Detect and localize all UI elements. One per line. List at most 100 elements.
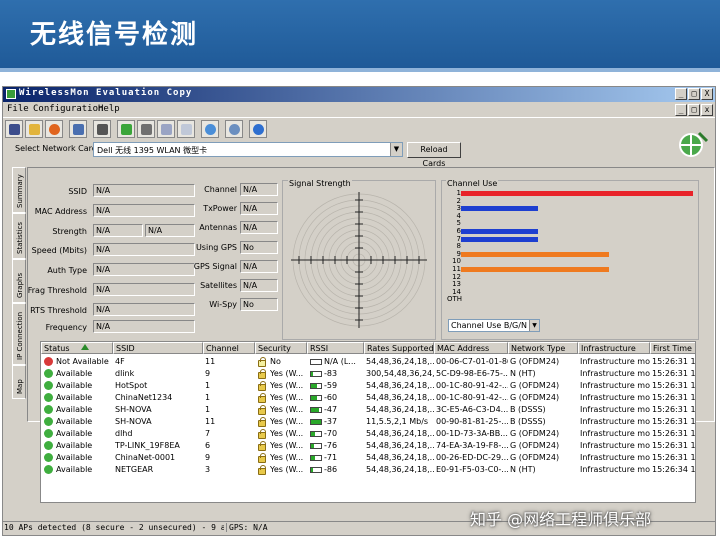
cell-security: Yes (W... bbox=[270, 453, 304, 462]
slide-banner: 无线信号检测 bbox=[0, 0, 720, 68]
column-header[interactable]: MAC Address bbox=[434, 342, 508, 354]
using-gps-value: No bbox=[240, 241, 278, 254]
cell-channel: 9 bbox=[205, 453, 211, 462]
strength-label: Strength bbox=[52, 227, 87, 236]
antennas-value: N/A bbox=[240, 221, 278, 234]
cell-channel: 11 bbox=[205, 357, 216, 366]
copy-tool[interactable] bbox=[177, 120, 195, 138]
column-header[interactable]: RSSI bbox=[307, 342, 364, 354]
monitor-tool[interactable] bbox=[93, 120, 111, 138]
lock-icon bbox=[258, 405, 266, 415]
cell-rssi: -70 bbox=[324, 429, 338, 438]
network-tool[interactable] bbox=[69, 120, 87, 138]
cell-mac: 74-EA-3A-19-F8-... bbox=[436, 441, 508, 450]
cell-rssi: -60 bbox=[324, 393, 338, 402]
reload-cards-button[interactable]: Reload Cards bbox=[407, 142, 461, 168]
channel-mode-select[interactable]: Channel Use B/G/N ▼ bbox=[448, 319, 540, 332]
table-row[interactable]: Available HotSpot 1 Yes (W... -59 54,48,36,24… bbox=[41, 380, 696, 392]
wi-spy-value: No bbox=[240, 298, 278, 311]
cell-ssid: dlink bbox=[115, 369, 135, 378]
help-icon[interactable] bbox=[249, 120, 267, 138]
table-row[interactable]: Available SH-NOVA 11 Yes (W... -37 11,5.5,2,1… bbox=[41, 416, 695, 428]
chevron-down-icon[interactable]: ▼ bbox=[390, 143, 402, 156]
column-header[interactable]: Channel bbox=[203, 342, 255, 354]
cell-mac: 00-06-C7-01-01-86 bbox=[436, 357, 508, 366]
close-button[interactable]: X bbox=[701, 88, 713, 100]
cell-mac: 00-26-ED-DC-29... bbox=[436, 453, 508, 462]
table-row[interactable]: Available dlhd 7 Yes (W... -70 54,48,36,24,18… bbox=[41, 428, 695, 440]
maximize-button[interactable]: □ bbox=[688, 88, 700, 100]
cell-ssid: SH-NOVA bbox=[115, 405, 152, 414]
network-card-label: Select Network Card bbox=[15, 144, 97, 153]
menu-bar: File Configuration Help _ □ x bbox=[3, 103, 715, 116]
cell-first: 15:26:31 16 bbox=[652, 381, 696, 390]
rssi-bar bbox=[310, 455, 322, 461]
column-header[interactable]: Rates Supported bbox=[364, 342, 434, 354]
lock-icon bbox=[258, 441, 266, 451]
mdi-close-button[interactable]: x bbox=[701, 104, 713, 116]
column-header[interactable]: SSID bbox=[113, 342, 203, 354]
cell-mac: 00-1C-80-91-42-... bbox=[436, 381, 508, 390]
cell-infra: Infrastructure mo... bbox=[580, 417, 650, 426]
cell-rates: 300,54,48,36,24,... bbox=[366, 369, 434, 378]
column-header[interactable]: First Time Se bbox=[650, 342, 695, 354]
refresh-tool[interactable] bbox=[201, 120, 219, 138]
edit-tool[interactable] bbox=[157, 120, 175, 138]
table-row[interactable]: Available ChinaNet1234 1 Yes (W... -60 54,48,… bbox=[41, 392, 695, 404]
rssi-fill bbox=[311, 384, 317, 388]
cell-infra: Infrastructure mo... bbox=[580, 393, 650, 402]
mdi-minimize-button[interactable]: _ bbox=[675, 104, 687, 116]
cell-security: Yes (W... bbox=[270, 441, 304, 450]
cell-type: G (OFDM24) bbox=[510, 441, 560, 450]
table-row[interactable]: Available NETGEAR 3 Yes (W... -86 54,48,36,24… bbox=[41, 464, 695, 476]
open-tool[interactable] bbox=[25, 120, 43, 138]
menu-file[interactable]: File bbox=[7, 104, 29, 114]
settings-tool[interactable] bbox=[225, 120, 243, 138]
table-row[interactable]: Available SH-NOVA 1 Yes (W... -47 54,48,36,24… bbox=[41, 404, 695, 416]
rts-threshold-label: RTS Threshold bbox=[30, 306, 87, 315]
menu-help[interactable]: Help bbox=[98, 104, 120, 114]
gps-status: GPS: N/A bbox=[226, 523, 268, 532]
menu-configuration[interactable]: Configuration bbox=[33, 104, 103, 114]
table-row[interactable]: Available TP-LINK_19F8EA 6 Yes (W... -76 54,4… bbox=[41, 440, 695, 452]
print-tool[interactable] bbox=[137, 120, 155, 138]
cell-channel: 7 bbox=[205, 429, 211, 438]
channel-bar bbox=[461, 229, 538, 234]
mdi-restore-button[interactable]: □ bbox=[688, 104, 700, 116]
status-dot-icon bbox=[44, 369, 53, 378]
table-row[interactable]: Available dlink 9 Yes (W... -83 300,54,48,36,… bbox=[41, 368, 696, 380]
start-tool[interactable] bbox=[45, 120, 63, 138]
watermark: 知乎 @网络工程师俱乐部 bbox=[470, 510, 652, 529]
rts-threshold-value: N/A bbox=[93, 303, 195, 316]
cell-first: 15:26:31 16 bbox=[652, 369, 696, 378]
table-row[interactable]: Not Available 4F 11 No N/A (L... 54,48,36,24,… bbox=[41, 356, 695, 368]
signal-radar bbox=[291, 192, 427, 328]
cell-infra: Infrastructure mo... bbox=[580, 381, 650, 390]
table-row[interactable]: Available ChinaNet-0001 9 Yes (W... -71 54,48… bbox=[41, 452, 695, 464]
cell-channel: 9 bbox=[205, 369, 211, 378]
column-header[interactable]: Infrastructure bbox=[578, 342, 650, 354]
lock-icon bbox=[258, 453, 266, 463]
unlock-icon bbox=[258, 357, 266, 367]
tab-map[interactable]: Map bbox=[12, 365, 26, 399]
minimize-button[interactable]: _ bbox=[675, 88, 687, 100]
ssid-value: N/A bbox=[93, 184, 195, 197]
cell-rssi: -47 bbox=[324, 405, 338, 414]
status-dot-icon bbox=[44, 441, 53, 450]
chevron-down-icon[interactable]: ▼ bbox=[529, 320, 539, 331]
network-card-select[interactable]: Dell 无线 1395 WLAN 微型卡 ▼ bbox=[93, 142, 403, 157]
column-header[interactable]: Security bbox=[255, 342, 307, 354]
save-tool[interactable] bbox=[5, 120, 23, 138]
lock-icon bbox=[258, 465, 266, 475]
cell-type: G (OFDM24) bbox=[510, 393, 560, 402]
ap-list: Status SSID Channel Security RSSI Rates Suppo… bbox=[40, 341, 696, 503]
using-gps-label: Using GPS bbox=[195, 243, 237, 252]
signal-strength-label: Signal Strength bbox=[288, 179, 352, 188]
column-header[interactable]: Status bbox=[41, 342, 113, 354]
cell-status: Available bbox=[56, 429, 93, 438]
cell-security: Yes (W... bbox=[270, 405, 304, 414]
cell-type: B (DSSS) bbox=[510, 405, 546, 414]
column-header[interactable]: Network Type bbox=[508, 342, 578, 354]
status-dot-icon bbox=[44, 393, 53, 402]
export-tool[interactable] bbox=[117, 120, 135, 138]
